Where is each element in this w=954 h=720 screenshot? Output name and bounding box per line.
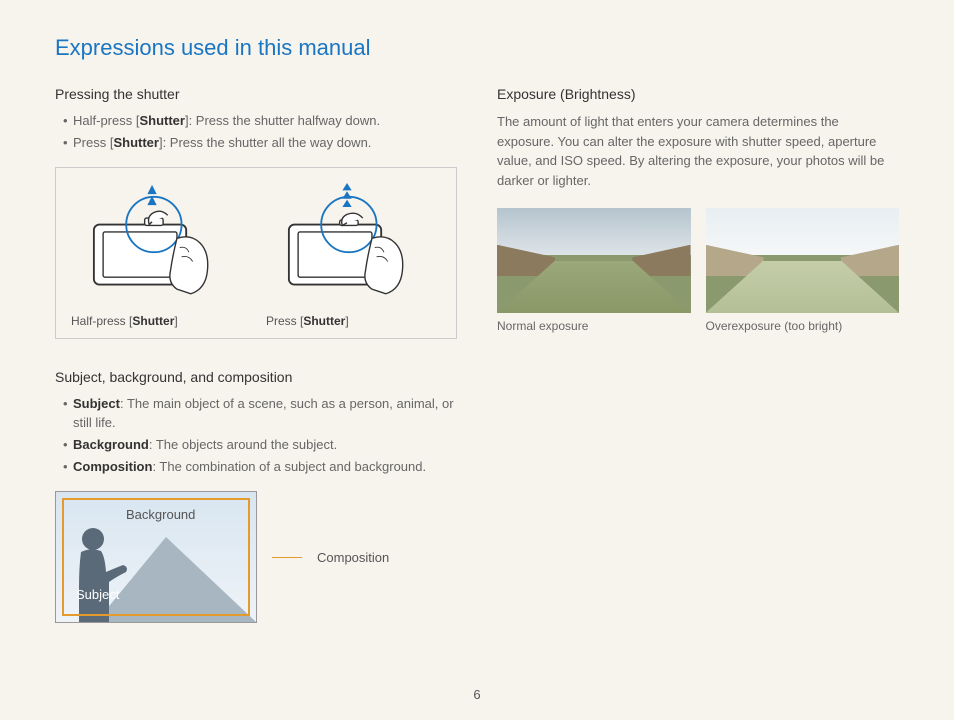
manual-page: Expressions used in this manual Pressing… (0, 0, 954, 720)
exposure-description: The amount of light that enters your cam… (497, 112, 899, 190)
half-press-caption: Half-press [Shutter] (71, 314, 246, 328)
shutter-diagram-box: Half-press [Shutter] (55, 167, 457, 339)
exposure-examples-row: Normal exposure Overexposure (too bright… (497, 208, 899, 333)
composition-list: Subject: The main object of a scene, suc… (55, 395, 457, 476)
right-column: Exposure (Brightness) The amount of ligh… (497, 86, 899, 623)
subject-label: Subject (76, 587, 119, 602)
composition-connector-line (272, 557, 302, 558)
content-columns: Pressing the shutter Half-press [Shutter… (55, 86, 899, 623)
normal-exposure-photo (497, 208, 691, 313)
full-press-diagram: Press [Shutter] (266, 183, 441, 328)
overexposure-item: Overexposure (too bright) (706, 208, 900, 333)
normal-exposure-caption: Normal exposure (497, 319, 691, 333)
list-item: Subject: The main object of a scene, suc… (63, 395, 457, 431)
heading-exposure: Exposure (Brightness) (497, 86, 899, 102)
camera-full-press-icon (266, 183, 441, 303)
page-title: Expressions used in this manual (55, 35, 899, 61)
background-label: Background (126, 507, 195, 522)
composition-diagram: Background Subject (55, 491, 257, 623)
camera-half-press-icon (71, 183, 246, 303)
left-column: Pressing the shutter Half-press [Shutter… (55, 86, 457, 623)
half-press-diagram: Half-press [Shutter] (71, 183, 246, 328)
normal-exposure-item: Normal exposure (497, 208, 691, 333)
list-item: Press [Shutter]: Press the shutter all t… (63, 134, 457, 152)
list-item: Background: The objects around the subje… (63, 436, 457, 454)
heading-pressing-shutter: Pressing the shutter (55, 86, 457, 102)
overexposure-photo (706, 208, 900, 313)
full-press-caption: Press [Shutter] (266, 314, 441, 328)
heading-subject-background: Subject, background, and composition (55, 369, 457, 385)
shutter-list: Half-press [Shutter]: Press the shutter … (55, 112, 457, 152)
list-item: Composition: The combination of a subjec… (63, 458, 457, 476)
composition-label: Composition (317, 550, 389, 565)
composition-diagram-row: Background Subject Composition (55, 491, 457, 623)
page-number: 6 (0, 687, 954, 702)
list-item: Half-press [Shutter]: Press the shutter … (63, 112, 457, 130)
overexposure-caption: Overexposure (too bright) (706, 319, 900, 333)
